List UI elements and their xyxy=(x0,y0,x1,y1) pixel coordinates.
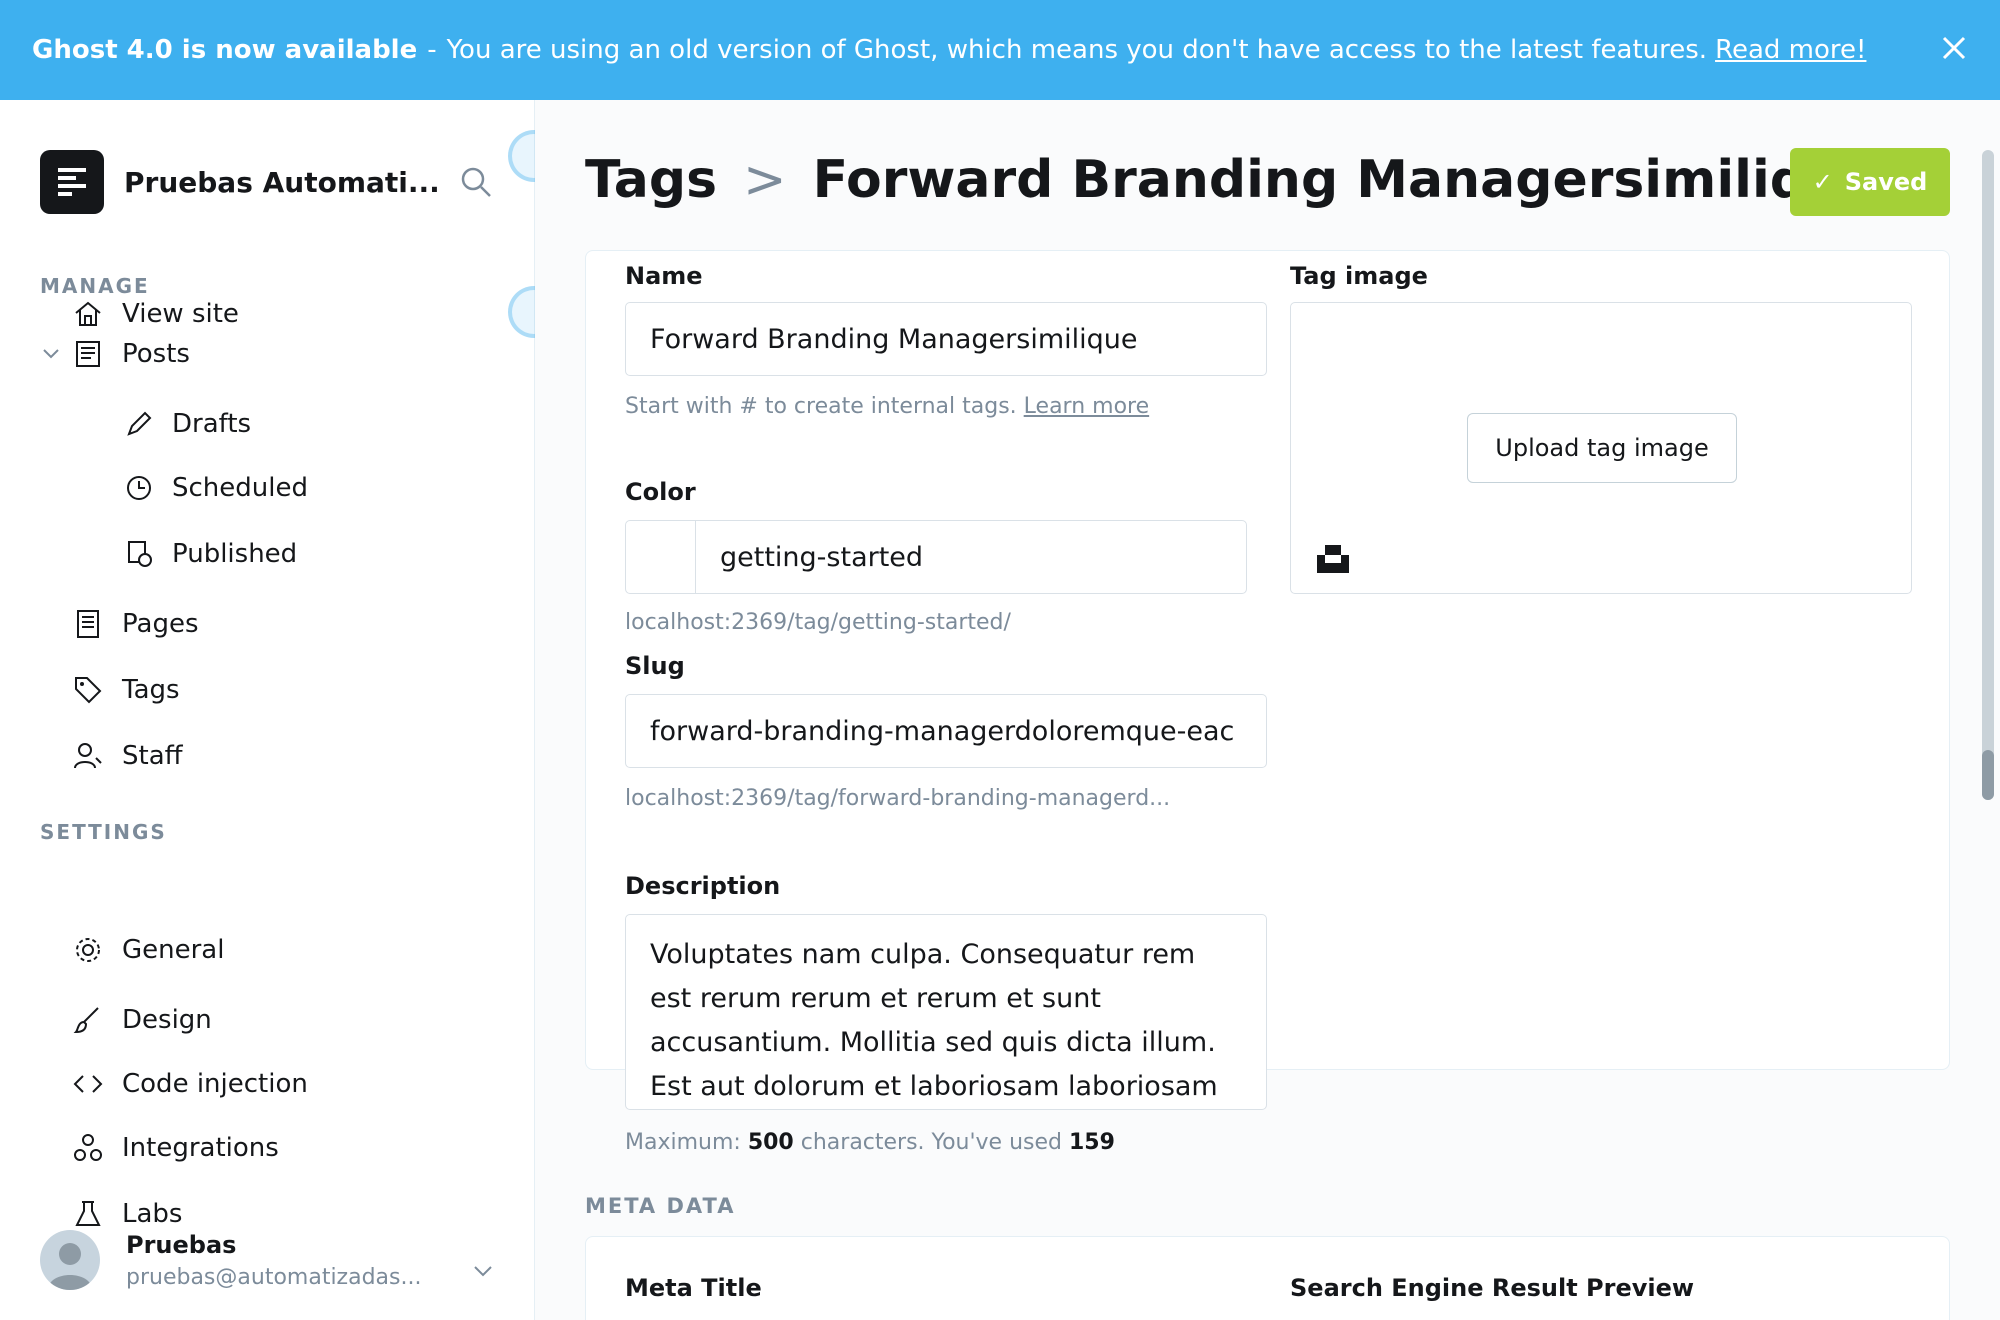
sidebar-item-general[interactable]: General xyxy=(72,930,224,970)
slug-label: Slug xyxy=(625,652,685,680)
color-input-value: getting-started xyxy=(720,541,924,573)
scrollbar[interactable] xyxy=(1982,150,1994,800)
integrations-icon xyxy=(72,1132,104,1164)
sidebar-item-scheduled[interactable]: Scheduled xyxy=(124,468,308,508)
gear-icon xyxy=(72,934,104,966)
avatar xyxy=(40,1230,100,1290)
sidebar-item-posts[interactable]: Posts xyxy=(72,334,190,374)
user-menu[interactable]: Pruebas pruebas@automatizadas... xyxy=(40,1230,421,1290)
breadcrumb: Tags > Forward Branding Managersimilique xyxy=(585,150,1879,210)
sidebar-item-integrations[interactable]: Integrations xyxy=(72,1128,279,1168)
chevron-down-icon[interactable] xyxy=(470,1258,496,1284)
sidebar-item-label: Labs xyxy=(122,1199,183,1229)
sidebar-item-label: Posts xyxy=(122,339,190,369)
sidebar-item-label: Integrations xyxy=(122,1133,279,1163)
banner-message: You are using an old version of Ghost, w… xyxy=(446,35,1708,65)
description-counter: Maximum: 500 characters. You've used 159 xyxy=(625,1130,1115,1155)
save-button-label: Saved xyxy=(1844,168,1928,196)
sidebar-item-label: Drafts xyxy=(172,409,252,439)
sidebar-item-label: Tags xyxy=(122,675,180,705)
site-logo-icon xyxy=(40,150,104,214)
pages-icon xyxy=(72,608,104,640)
chevron-down-icon[interactable] xyxy=(40,342,62,364)
name-hint-text: Start with # to create internal tags. xyxy=(625,394,1017,419)
slug-input[interactable]: forward-branding-managerdoloremque-eac xyxy=(625,694,1267,768)
site-title: Pruebas Automati... xyxy=(124,165,440,199)
tag-image-label: Tag image xyxy=(1290,262,1428,290)
upload-tag-image-button[interactable]: Upload tag image xyxy=(1467,413,1737,483)
clock-icon xyxy=(124,473,154,503)
user-name: Pruebas xyxy=(126,1230,237,1259)
posts-icon xyxy=(72,338,104,370)
counter-mid: characters. You've used xyxy=(800,1130,1062,1155)
update-banner: Ghost 4.0 is now available - You are usi… xyxy=(0,0,2000,100)
color-input[interactable]: getting-started xyxy=(625,520,1247,594)
unsplash-icon[interactable] xyxy=(1315,543,1351,573)
close-icon[interactable] xyxy=(1936,30,1972,66)
sidebar-item-label: Code injection xyxy=(122,1069,308,1099)
description-label: Description xyxy=(625,872,781,900)
sidebar-item-label: Published xyxy=(172,539,298,569)
pencil-icon xyxy=(124,409,154,439)
meta-title-label: Meta Title xyxy=(625,1274,762,1302)
sidebar-item-design[interactable]: Design xyxy=(72,1000,212,1040)
scrollbar-thumb[interactable] xyxy=(1982,750,1994,800)
color-url: localhost:2369/tag/getting-started/ xyxy=(625,610,1011,635)
staff-icon xyxy=(72,740,104,772)
sidebar-item-label: Design xyxy=(122,1005,212,1035)
sidebar-item-label: General xyxy=(122,935,225,965)
brand[interactable]: Pruebas Automati... xyxy=(40,150,440,214)
search-preview-label: Search Engine Result Preview xyxy=(1290,1274,1695,1302)
breadcrumb-tags-link[interactable]: Tags xyxy=(585,150,717,210)
color-label: Color xyxy=(625,478,696,506)
meta-data-heading: META DATA xyxy=(585,1194,736,1218)
sidebar-item-view-site[interactable]: View site xyxy=(72,294,239,334)
banner-separator: - xyxy=(427,35,437,65)
sidebar-item-tags[interactable]: Tags xyxy=(72,670,180,710)
flask-icon xyxy=(72,1198,104,1230)
tag-icon xyxy=(72,674,104,706)
breadcrumb-separator: > xyxy=(743,150,787,210)
search-icon[interactable] xyxy=(458,164,494,200)
brush-icon xyxy=(72,1004,104,1036)
counter-max: 500 xyxy=(747,1130,794,1155)
sidebar-item-label: View site xyxy=(122,299,239,329)
learn-more-link[interactable]: Learn more xyxy=(1024,394,1149,419)
sidebar-item-published[interactable]: Published xyxy=(124,534,297,574)
sidebar-item-drafts[interactable]: Drafts xyxy=(124,404,251,444)
name-input[interactable]: Forward Branding Managersimilique xyxy=(625,302,1267,376)
tag-image-dropzone[interactable]: Upload tag image xyxy=(1290,302,1912,594)
counter-used: 159 xyxy=(1068,1130,1115,1155)
code-icon xyxy=(72,1068,104,1100)
settings-heading: SETTINGS xyxy=(40,820,167,844)
counter-prefix: Maximum: xyxy=(625,1130,741,1155)
sidebar-item-pages[interactable]: Pages xyxy=(72,604,199,644)
page-title: Forward Branding Managersimilique xyxy=(812,150,1880,210)
sidebar-item-staff[interactable]: Staff xyxy=(72,736,183,776)
sidebar-item-label: Pages xyxy=(122,609,199,639)
meta-data-card xyxy=(585,1236,1950,1320)
sidebar-item-label: Scheduled xyxy=(172,473,308,503)
home-icon xyxy=(72,298,104,330)
published-icon xyxy=(124,539,154,569)
user-email: pruebas@automatizadas... xyxy=(126,1264,422,1290)
description-textarea[interactable]: Voluptates nam culpa. Consequatur rem es… xyxy=(625,914,1267,1110)
banner-read-more-link[interactable]: Read more! xyxy=(1715,35,1866,65)
save-button[interactable]: ✓ Saved xyxy=(1790,148,1950,216)
sidebar-item-code-injection[interactable]: Code injection xyxy=(72,1064,308,1104)
sidebar-item-labs[interactable]: Labs xyxy=(72,1194,182,1234)
color-swatch[interactable] xyxy=(626,521,696,593)
banner-title: Ghost 4.0 is now available xyxy=(32,35,418,65)
name-label: Name xyxy=(625,262,703,290)
name-hint: Start with # to create internal tags. Le… xyxy=(625,394,1149,419)
sidebar-item-label: Staff xyxy=(122,741,183,771)
check-icon: ✓ xyxy=(1812,168,1833,196)
slug-url: localhost:2369/tag/forward-branding-mana… xyxy=(625,786,1171,811)
